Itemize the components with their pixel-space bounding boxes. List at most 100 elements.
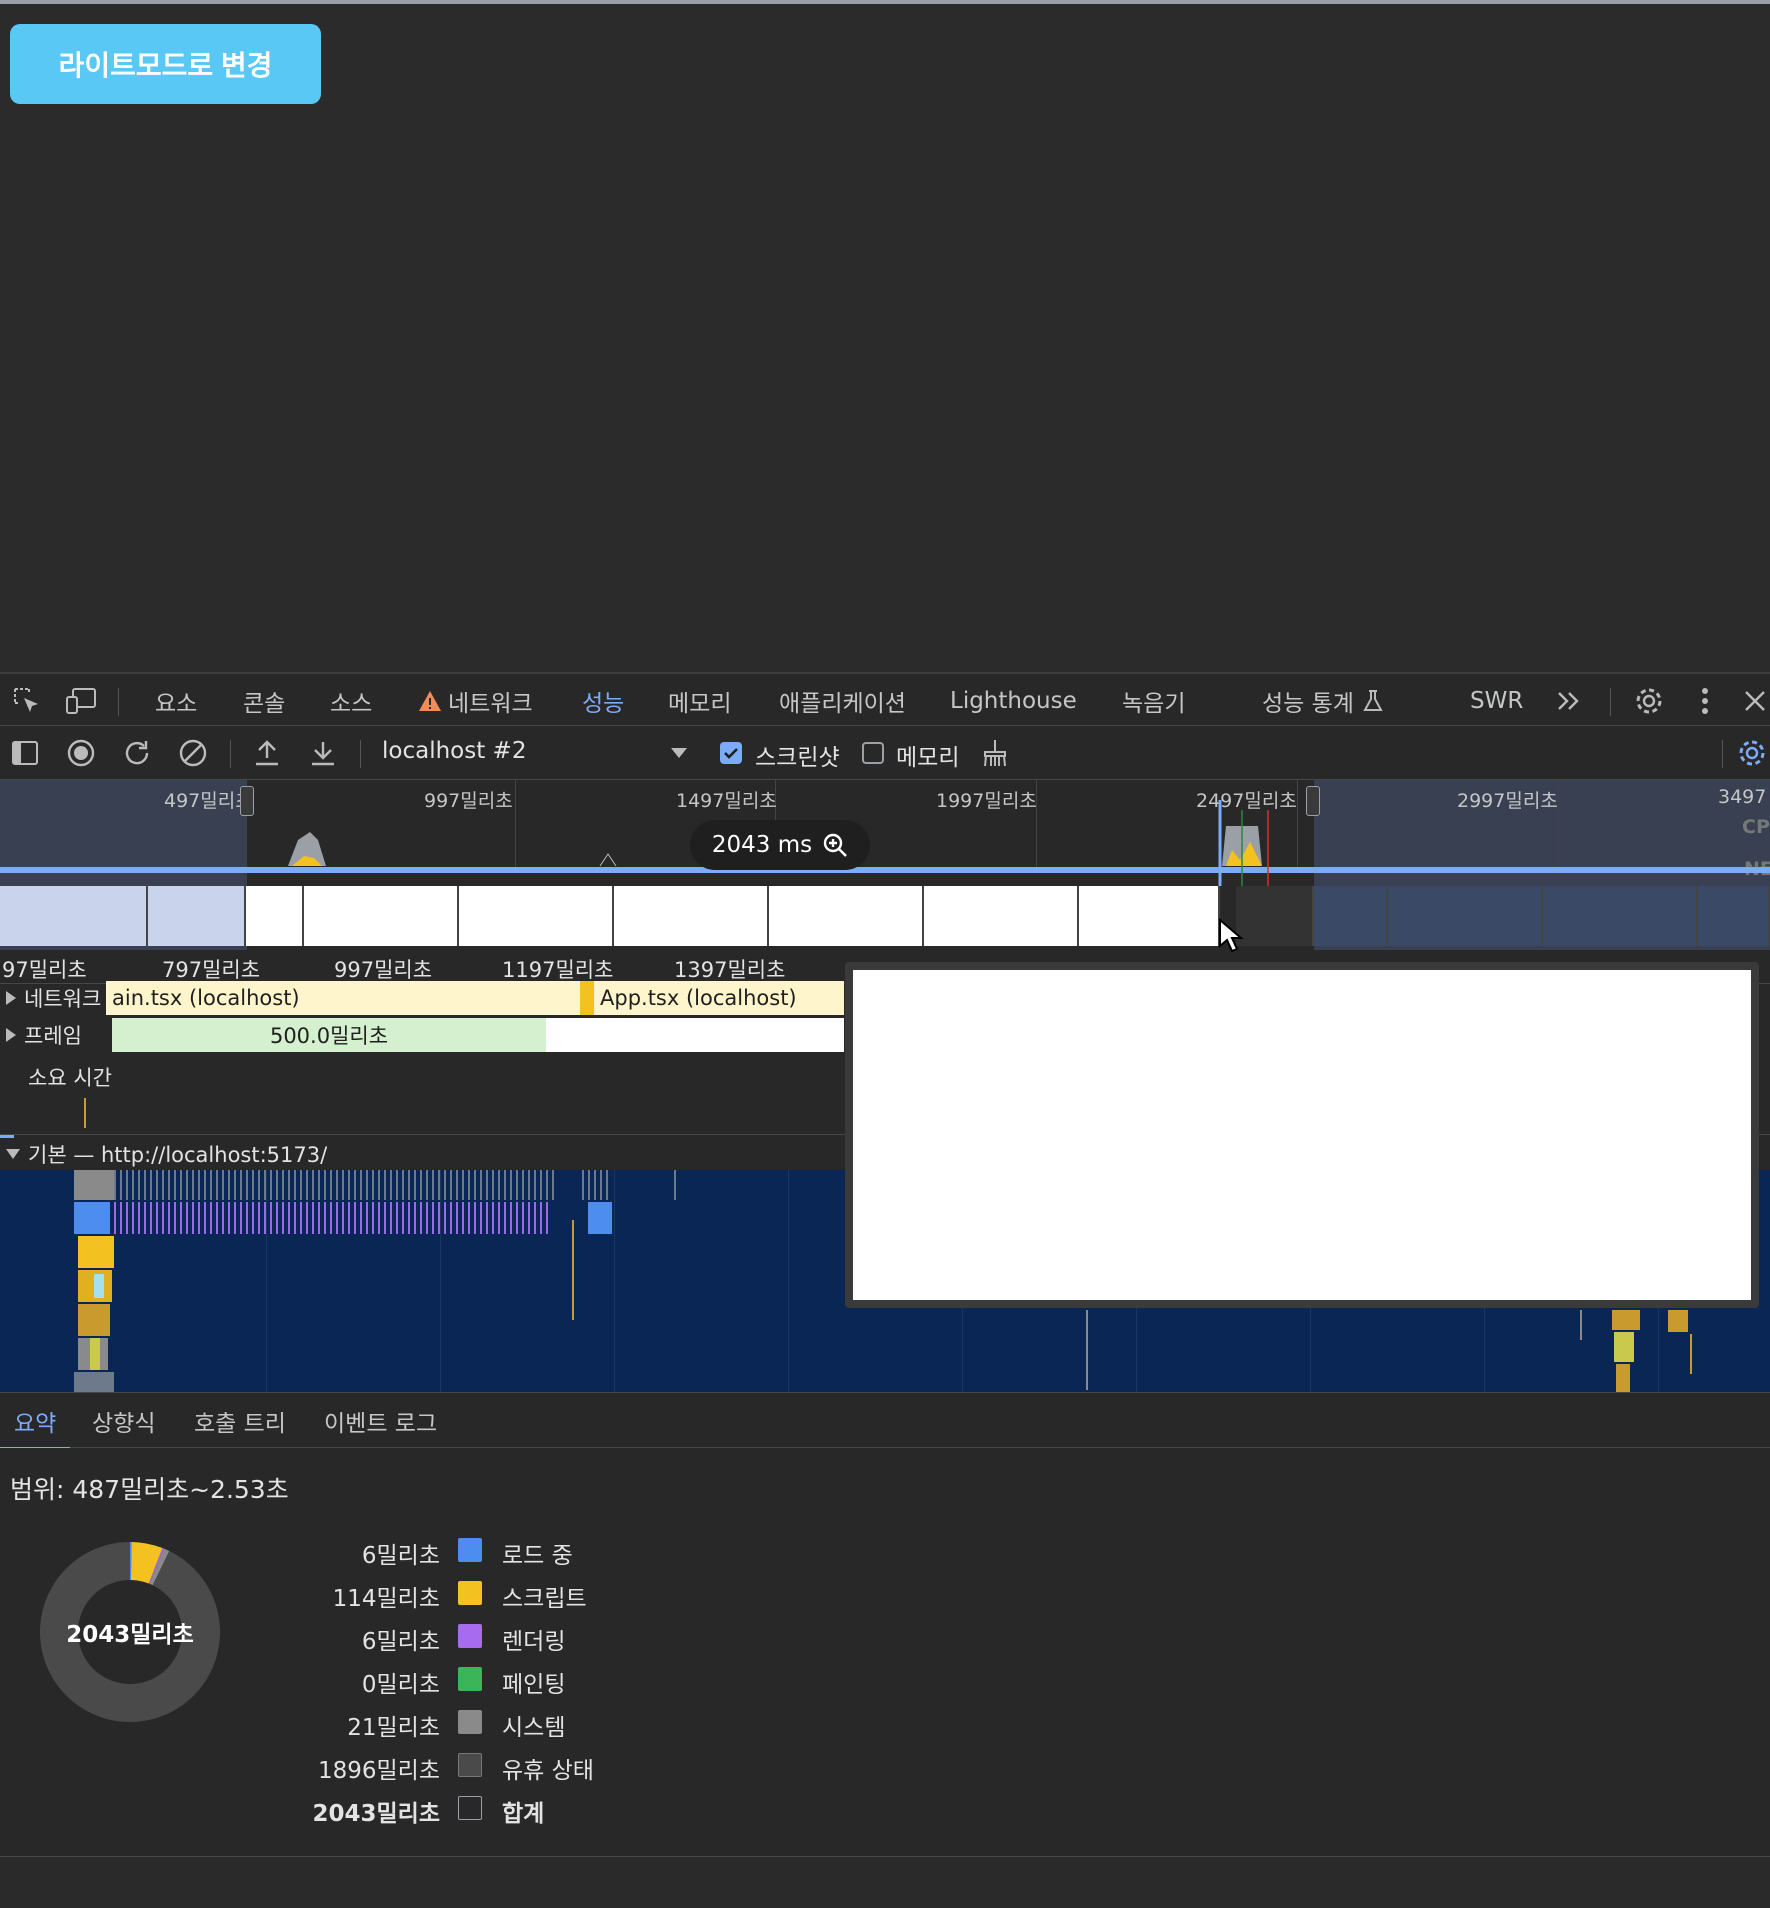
tab-label: 요약 bbox=[14, 1411, 57, 1437]
theme-toggle-button[interactable]: 라이트모드로 변경 bbox=[10, 24, 321, 104]
selection-range: 범위: 487밀리초~2.53초 bbox=[10, 1475, 289, 1504]
capture-settings-gear-icon[interactable] bbox=[1735, 736, 1769, 770]
memory-checkbox[interactable] bbox=[862, 742, 884, 764]
memory-label[interactable]: 메모리 bbox=[896, 738, 959, 772]
devtools-panel: 요소 콘솔 소스 네트워크 성능 메모리 애플리케이션 Lighthouse 녹… bbox=[0, 672, 1770, 1908]
legend-value: 114밀리초 bbox=[332, 1586, 440, 1612]
tab-performance-insights[interactable]: 성능 통계 bbox=[1262, 674, 1384, 728]
more-tabs-icon[interactable] bbox=[1552, 684, 1586, 718]
track-label: 기본 — http://localhost:5173/ bbox=[28, 1143, 328, 1167]
tab-label: 요소 bbox=[155, 691, 198, 717]
tab-sources[interactable]: 소스 bbox=[330, 674, 372, 728]
painting-swatch bbox=[458, 1667, 482, 1691]
filmstrip-frame bbox=[459, 886, 614, 946]
divider bbox=[230, 740, 231, 768]
tab-swr[interactable]: SWR bbox=[1470, 674, 1523, 728]
filmstrip-frame bbox=[614, 886, 769, 946]
tab-label: 호출 트리 bbox=[194, 1411, 286, 1437]
filmstrip-frame bbox=[1314, 886, 1388, 946]
loading-swatch bbox=[458, 1538, 482, 1562]
legend-row-system: 21밀리초 시스템 bbox=[200, 1702, 700, 1742]
legend-label: 페인팅 bbox=[502, 1672, 566, 1698]
legend-value: 6밀리초 bbox=[361, 1629, 440, 1655]
screenshot-filmstrip bbox=[0, 886, 1770, 946]
warning-icon bbox=[419, 691, 441, 711]
range-handle-right[interactable] bbox=[1306, 786, 1320, 816]
tab-label: 네트워크 bbox=[448, 691, 533, 717]
tab-label: 애플리케이션 bbox=[779, 691, 906, 717]
frame-duration-bar[interactable]: 500.0밀리초 bbox=[112, 1018, 546, 1052]
filmstrip-frame bbox=[246, 886, 304, 946]
tab-console[interactable]: 콘솔 bbox=[243, 674, 285, 728]
frames-track-header[interactable]: 프레임 bbox=[6, 1020, 82, 1050]
rendering-swatch bbox=[458, 1624, 482, 1648]
screenshot-label[interactable]: 스크린샷 bbox=[755, 738, 840, 772]
inspect-element-icon[interactable] bbox=[10, 684, 44, 718]
legend-row-total: 2043밀리초 합계 bbox=[200, 1788, 700, 1828]
system-swatch bbox=[458, 1710, 482, 1734]
timeline-overview[interactable]: 497밀리초 997밀리초 1497밀리초 1997밀리초 2497밀리초 29… bbox=[0, 780, 1770, 950]
network-request-bar[interactable]: App.tsx (localhost) bbox=[594, 981, 844, 1015]
filmstrip-frame bbox=[304, 886, 459, 946]
tab-call-tree[interactable]: 호출 트리 bbox=[194, 1393, 286, 1449]
screenshot-checkbox[interactable] bbox=[720, 742, 742, 764]
tab-network[interactable]: 네트워크 bbox=[418, 674, 533, 728]
legend-label: 스크립트 bbox=[502, 1586, 587, 1612]
expand-triangle-icon bbox=[6, 991, 16, 1005]
tab-label: 메모리 bbox=[668, 691, 732, 717]
legend-row-rendering: 6밀리초 렌더링 bbox=[200, 1616, 700, 1656]
divider bbox=[360, 740, 361, 768]
track-label: 네트워크 bbox=[24, 987, 102, 1011]
legend-row-scripting: 114밀리초 스크립트 bbox=[200, 1573, 700, 1613]
tab-event-log[interactable]: 이벤트 로그 bbox=[324, 1393, 437, 1449]
upload-icon[interactable] bbox=[250, 736, 284, 770]
device-toolbar-icon[interactable] bbox=[64, 684, 98, 718]
divider bbox=[1610, 688, 1611, 716]
filmstrip-frame bbox=[924, 886, 1079, 946]
clear-icon[interactable] bbox=[176, 736, 210, 770]
track-accent bbox=[0, 1135, 14, 1138]
garbage-collect-broom-icon[interactable] bbox=[978, 736, 1012, 770]
legend-row-painting: 0밀리초 페인팅 bbox=[200, 1659, 700, 1699]
tab-label: 성능 통계 bbox=[1262, 691, 1354, 717]
tab-label: 콘솔 bbox=[243, 691, 286, 717]
main-thread-header[interactable]: 기본 — http://localhost:5173/ bbox=[6, 1139, 327, 1169]
divider bbox=[1722, 740, 1723, 768]
network-track-header[interactable]: 네트워크 bbox=[6, 983, 101, 1013]
network-request-bar[interactable]: ain.tsx (localhost) bbox=[106, 981, 580, 1015]
target-select[interactable]: localhost #2 bbox=[382, 738, 526, 764]
tab-application[interactable]: 애플리케이션 bbox=[779, 674, 906, 728]
tab-recorder[interactable]: 녹음기 bbox=[1122, 674, 1185, 728]
range-handle-left[interactable] bbox=[240, 786, 254, 816]
download-icon[interactable] bbox=[306, 736, 340, 770]
track-label: 소요 시간 bbox=[28, 1066, 112, 1090]
legend-row-idle: 1896밀리초 유휴 상태 bbox=[200, 1745, 700, 1785]
tab-summary[interactable]: 요약 bbox=[0, 1393, 71, 1450]
tab-label: Lighthouse bbox=[950, 688, 1077, 714]
screenshot-preview-image bbox=[853, 970, 1751, 1300]
tab-memory[interactable]: 메모리 bbox=[668, 674, 731, 728]
expand-triangle-icon bbox=[6, 1028, 16, 1042]
tab-lighthouse[interactable]: Lighthouse bbox=[950, 674, 1077, 728]
filmstrip-frame bbox=[1236, 886, 1314, 946]
kebab-menu-icon[interactable] bbox=[1688, 684, 1722, 718]
legend-row-loading: 6밀리초 로드 중 bbox=[200, 1530, 700, 1570]
tab-label: 소스 bbox=[330, 691, 373, 717]
tab-elements[interactable]: 요소 bbox=[155, 674, 197, 728]
reload-record-icon[interactable] bbox=[120, 736, 154, 770]
tab-bottom-up[interactable]: 상향식 bbox=[92, 1393, 155, 1449]
tab-label: 상향식 bbox=[92, 1411, 156, 1437]
ruler-tick-label: 997밀리초 bbox=[334, 958, 433, 982]
filmstrip-frame bbox=[769, 886, 924, 946]
sidebar-toggle-icon[interactable] bbox=[8, 736, 42, 770]
collapse-triangle-icon bbox=[6, 1149, 20, 1159]
zoom-to-selection-chip[interactable]: 2043 ms bbox=[690, 820, 870, 870]
ruler-tick-label: 1197밀리초 bbox=[502, 958, 614, 982]
settings-gear-icon[interactable] bbox=[1632, 684, 1666, 718]
dropdown-arrow-icon[interactable] bbox=[662, 736, 696, 770]
close-icon[interactable] bbox=[1738, 684, 1770, 718]
drawer-strip bbox=[0, 1856, 1770, 1908]
tab-performance[interactable]: 성능 bbox=[562, 674, 645, 729]
details-tabbar: 요약 상향식 호출 트리 이벤트 로그 bbox=[0, 1392, 1770, 1450]
record-icon[interactable] bbox=[64, 736, 98, 770]
